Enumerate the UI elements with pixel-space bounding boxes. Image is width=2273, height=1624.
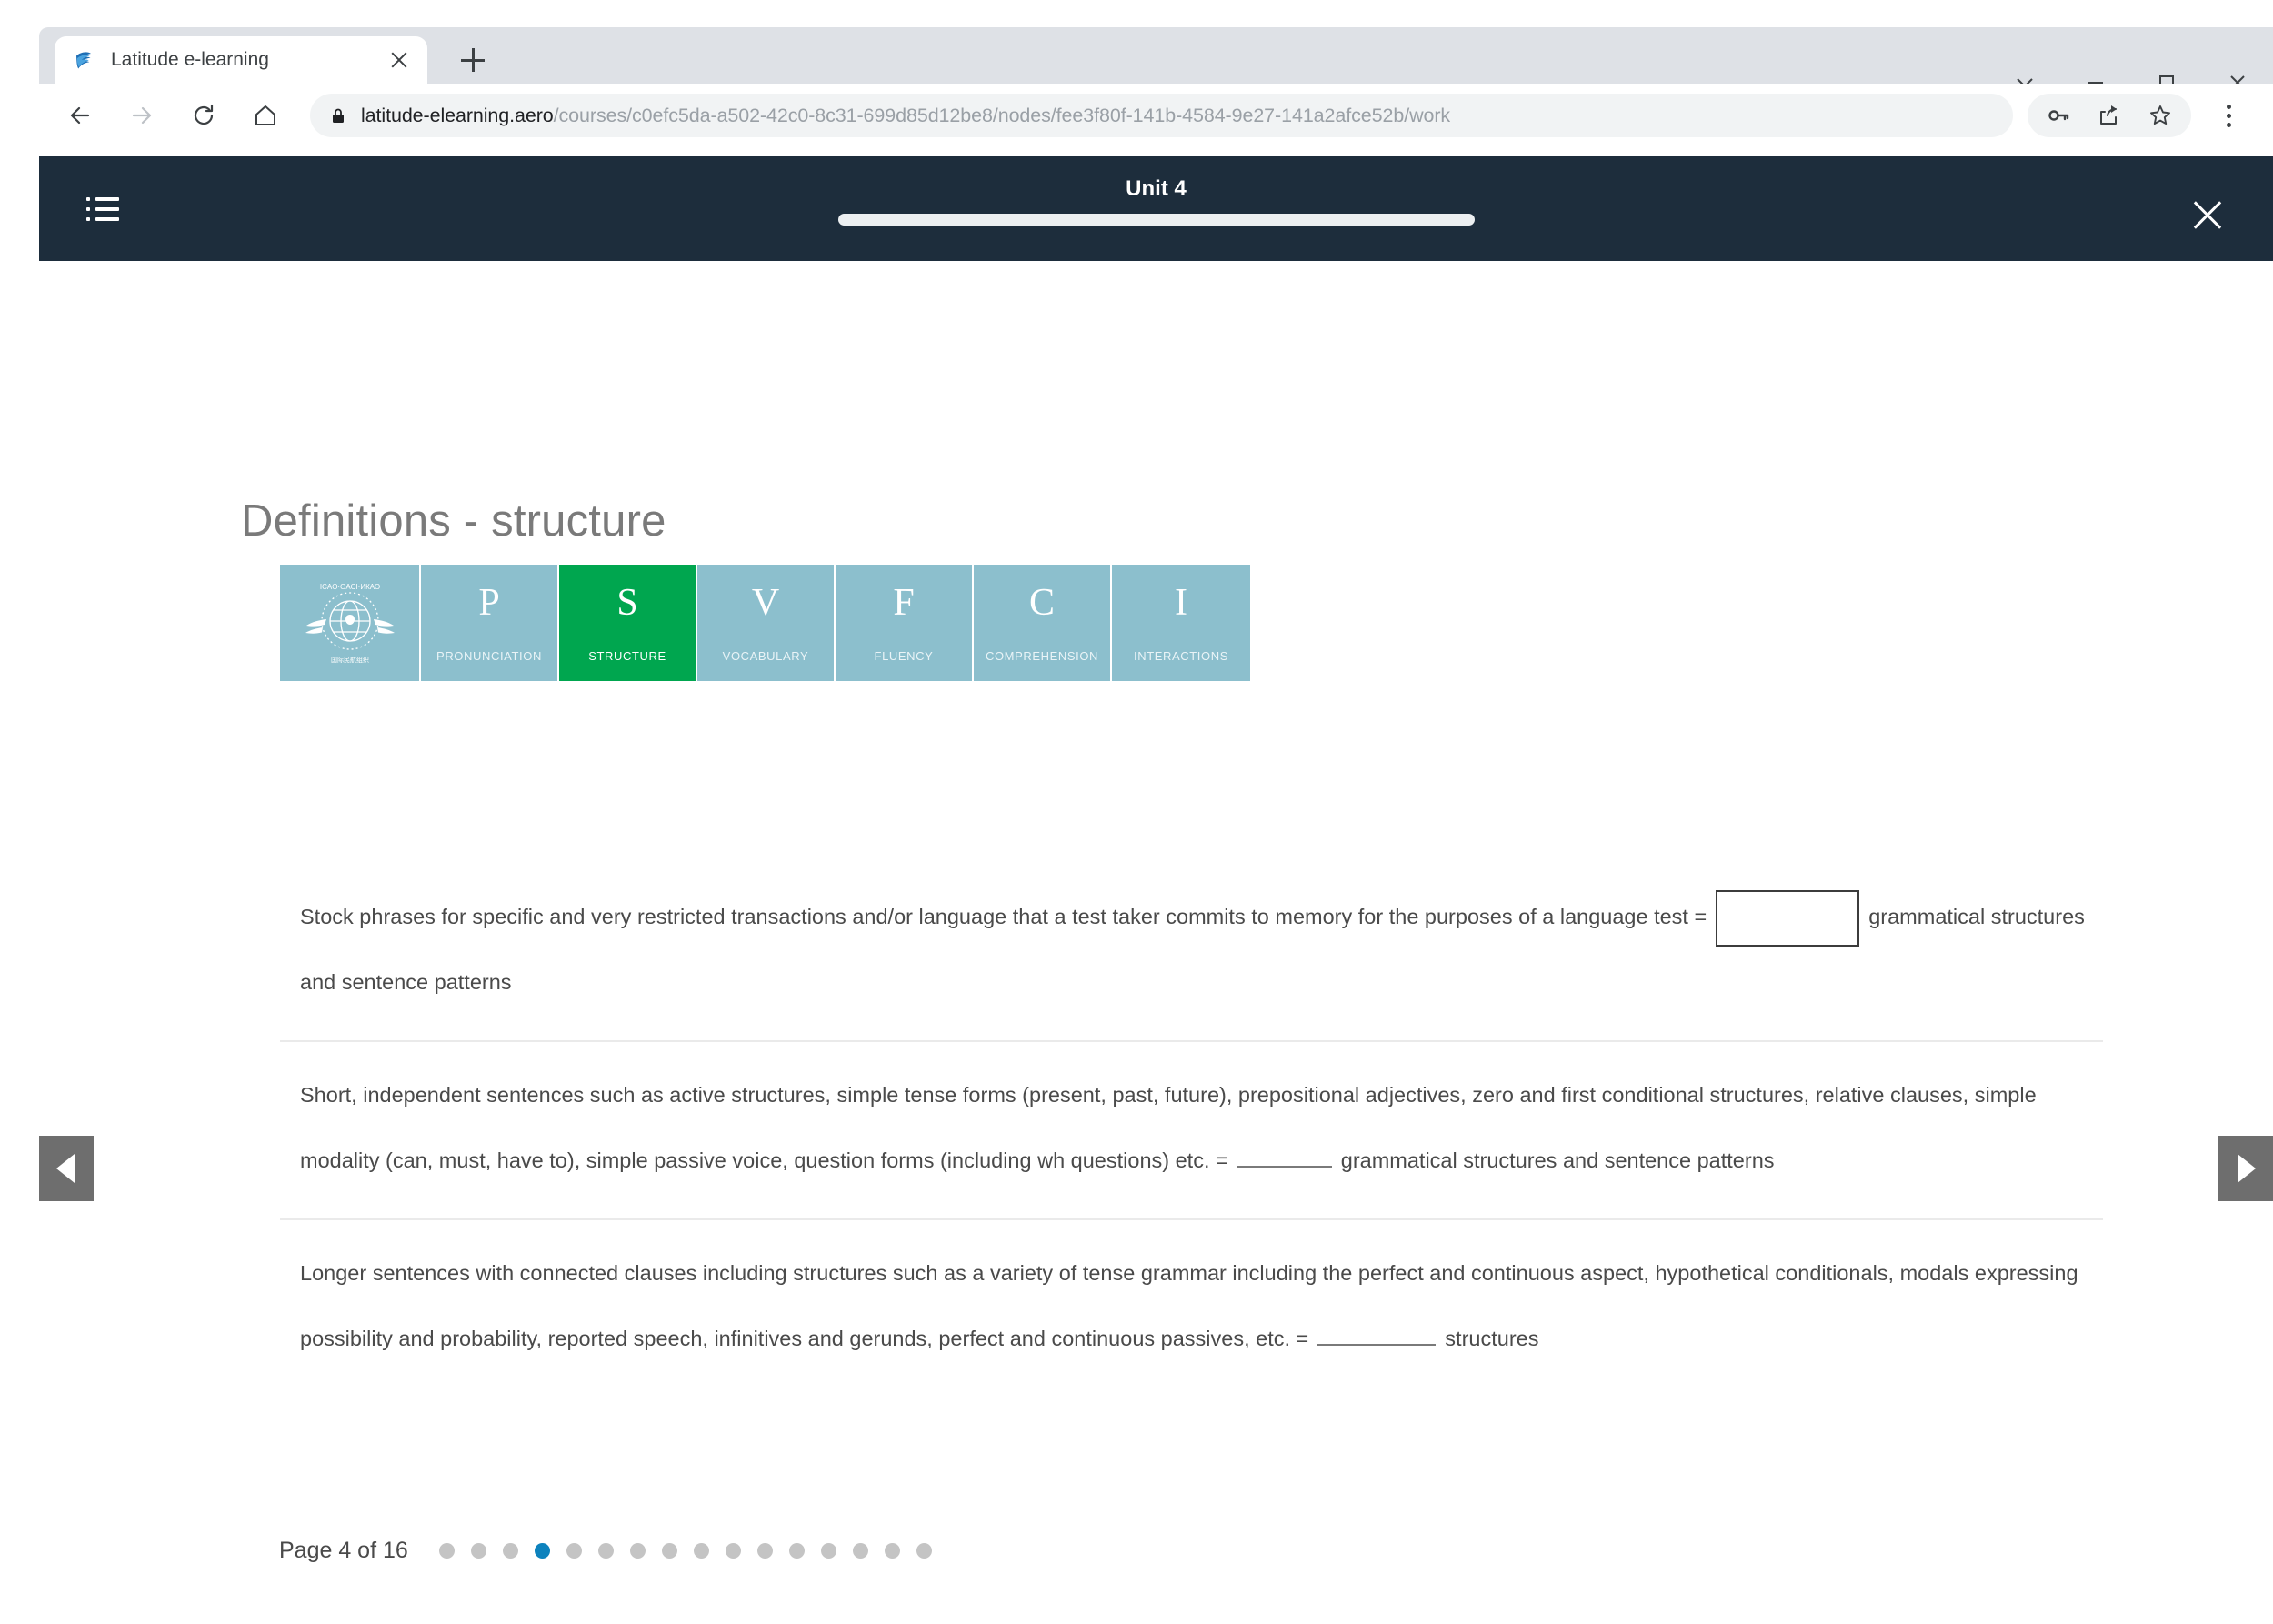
home-icon[interactable] (245, 95, 286, 136)
skill-cell-fluency[interactable]: F FLUENCY (836, 565, 974, 681)
question-list: Stock phrases for specific and very rest… (280, 864, 2103, 1397)
pagination-dot[interactable] (756, 1543, 773, 1559)
arrow-left-icon (56, 1154, 75, 1183)
pagination-label: Page 4 of 16 (279, 1538, 408, 1563)
pagination-dot[interactable] (693, 1543, 709, 1559)
pagination-dot[interactable] (597, 1543, 614, 1559)
latitude-logo-icon (71, 47, 96, 73)
browser-toolbar: latitude-elearning.aero/courses/c0efc5da… (39, 84, 2273, 147)
unit-progress-fill (837, 214, 1475, 226)
url-domain: latitude-elearning.aero (361, 104, 554, 126)
question-text-before: Short, independent sentences such as act… (300, 1083, 2037, 1172)
pagination-dot[interactable] (470, 1543, 486, 1559)
pagination-dot[interactable] (629, 1543, 646, 1559)
address-bar-url: latitude-elearning.aero/courses/c0efc5da… (361, 105, 1450, 127)
svg-text:国际民航组织: 国际民航组织 (331, 656, 369, 664)
pagination-dot[interactable] (725, 1543, 741, 1559)
question-text-after: structures (1445, 1327, 1539, 1350)
svg-text:ICAO·OACI·ИКАО: ICAO·OACI·ИКАО (319, 583, 379, 591)
pagination-dot[interactable] (820, 1543, 836, 1559)
skill-cell-comprehension[interactable]: C COMPREHENSION (974, 565, 1112, 681)
question-row: Longer sentences with connected clauses … (280, 1220, 2103, 1397)
new-tab-button[interactable] (453, 40, 493, 80)
unit-progress-bar (837, 214, 1475, 226)
url-path: /courses/c0efc5da-a502-42c0-8c31-699d85d… (553, 104, 1451, 126)
lock-icon (328, 105, 348, 125)
answer-input[interactable] (1317, 1326, 1437, 1346)
skill-label: PRONUNCIATION (436, 649, 542, 663)
share-icon[interactable] (2084, 94, 2135, 137)
pagination: Page 4 of 16 (279, 1538, 932, 1564)
question-row: Short, independent sentences such as act… (280, 1042, 2103, 1220)
question-text-before: Longer sentences with connected clauses … (300, 1261, 2078, 1350)
page-title: Definitions - structure (241, 496, 666, 546)
icao-logo: ICAO·OACI·ИКАО 国际民航组织 (280, 565, 421, 681)
kebab-menu-icon[interactable] (2200, 90, 2257, 141)
course-header: Unit 4 (39, 156, 2273, 261)
next-slide-button[interactable] (2218, 1136, 2273, 1201)
key-icon[interactable] (2033, 94, 2084, 137)
pagination-dot[interactable] (502, 1543, 518, 1559)
skill-label: FLUENCY (874, 649, 934, 663)
skill-letter: P (478, 582, 500, 624)
forward-icon[interactable] (121, 95, 163, 136)
skill-cell-interactions[interactable]: I INTERACTIONS (1112, 565, 1250, 681)
reload-icon[interactable] (183, 95, 225, 136)
icao-emblem-icon: ICAO·OACI·ИКАО 国际民航组织 (305, 583, 395, 664)
skill-label: STRUCTURE (588, 649, 666, 663)
back-icon[interactable] (59, 95, 101, 136)
answer-input[interactable] (1237, 1148, 1332, 1168)
skill-cell-vocabulary[interactable]: V VOCABULARY (697, 565, 836, 681)
tab-close-icon[interactable] (387, 48, 411, 72)
question-text-before: Stock phrases for specific and very rest… (300, 905, 1707, 928)
pagination-dot[interactable] (566, 1543, 582, 1559)
address-bar[interactable]: latitude-elearning.aero/courses/c0efc5da… (310, 94, 2013, 137)
skill-label: COMPREHENSION (985, 649, 1099, 663)
answer-input[interactable] (1716, 889, 1860, 947)
toolbar-action-group (2028, 94, 2191, 137)
arrow-right-icon (2238, 1154, 2256, 1183)
skill-letter: S (616, 582, 638, 624)
browser-tab-strip: Latitude e-learning (39, 27, 2273, 90)
bookmark-star-icon[interactable] (2135, 94, 2186, 137)
skill-letter: I (1175, 582, 1187, 624)
skill-label: VOCABULARY (722, 649, 809, 663)
icao-skill-strip: ICAO·OACI·ИКАО 国际民航组织 P PRONUNCIATION S STR… (280, 565, 1250, 681)
browser-tab[interactable]: Latitude e-learning (55, 36, 427, 84)
skill-letter: C (1028, 582, 1055, 624)
unit-title: Unit 4 (1126, 176, 1187, 201)
pagination-dot[interactable] (884, 1543, 900, 1559)
course-close-icon[interactable] (2188, 195, 2228, 235)
skill-cell-structure[interactable]: S STRUCTURE (559, 565, 697, 681)
pagination-dot[interactable] (438, 1543, 455, 1559)
lesson-content: Definitions - structure ICAO·OACI·ИКАО 国… (39, 261, 2273, 1624)
pagination-dot[interactable] (788, 1543, 805, 1559)
question-text-after: grammatical structures and sentence patt… (1340, 1148, 1775, 1172)
skill-cell-pronunciation[interactable]: P PRONUNCIATION (421, 565, 559, 681)
prev-slide-button[interactable] (39, 1136, 94, 1201)
browser-tab-title: Latitude e-learning (111, 49, 269, 70)
skill-letter: F (893, 582, 915, 624)
pagination-dot[interactable] (661, 1543, 677, 1559)
browser-window: Latitude e-learning latitude-elearning.a… (0, 0, 2273, 1624)
pagination-dot[interactable] (916, 1543, 932, 1559)
question-row: Stock phrases for specific and very rest… (280, 864, 2103, 1042)
pagination-dot[interactable] (534, 1543, 550, 1559)
pagination-dots (438, 1543, 932, 1559)
skill-label: INTERACTIONS (1134, 649, 1228, 663)
skill-letter: V (751, 582, 780, 624)
page-viewport: Unit 4 Definitions - structure ICAO·OACI… (39, 147, 2273, 1624)
pagination-dot[interactable] (852, 1543, 868, 1559)
